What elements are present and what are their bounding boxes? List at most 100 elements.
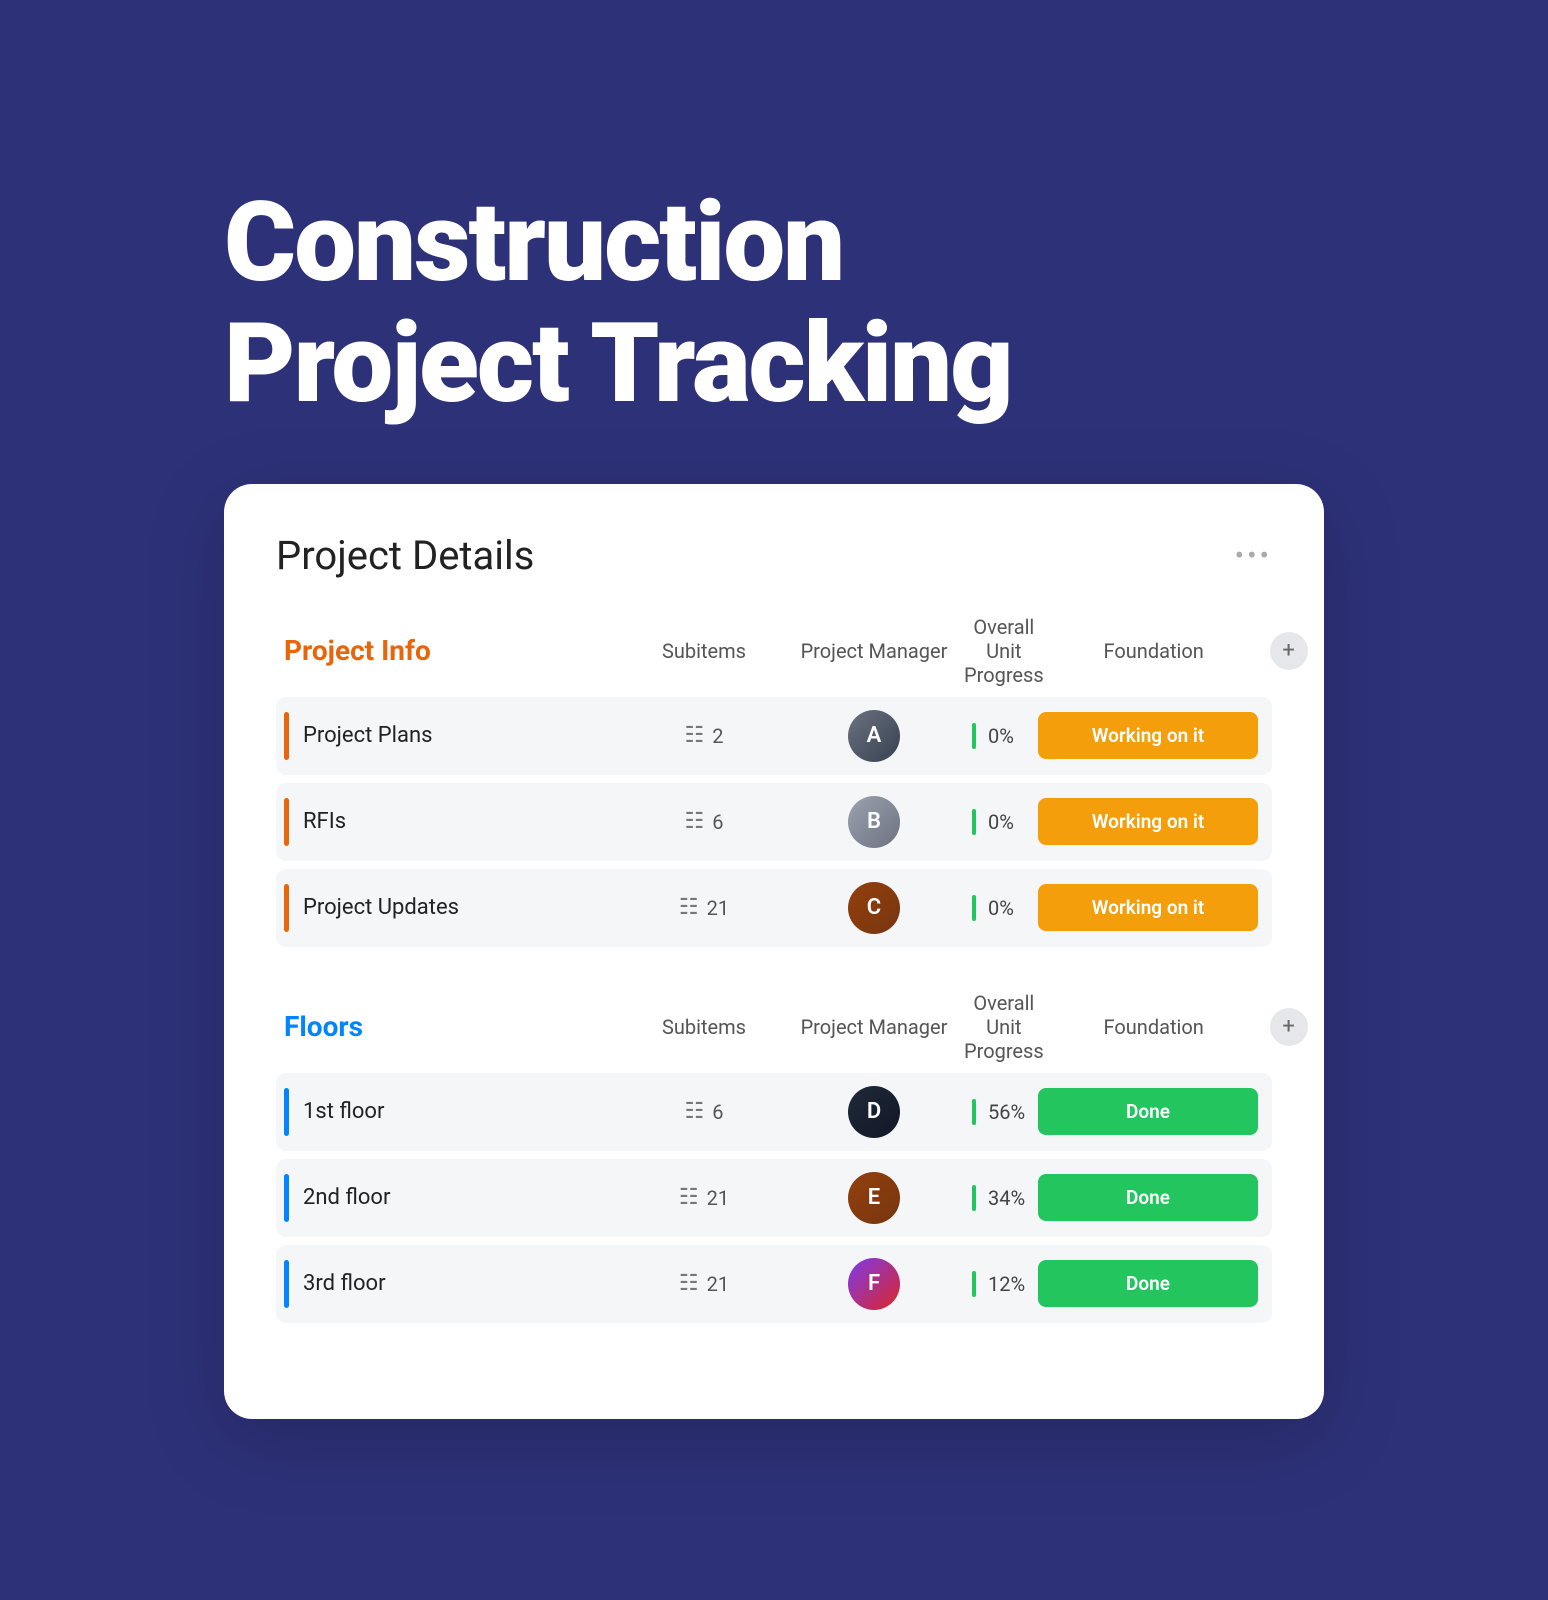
progress-cell: 12% (964, 1271, 1038, 1297)
subitems-count: 21 (707, 896, 729, 920)
progress-bar-bg (972, 1185, 976, 1211)
card-header: Project Details ••• (276, 532, 1272, 579)
avatar: A (848, 710, 900, 762)
subitems-count: 21 (707, 1272, 729, 1296)
add-column-button-floors[interactable]: + (1270, 1008, 1308, 1046)
table-row: Project Updates ☷ 21 C 0% Working on it (276, 869, 1272, 947)
row-name-label: 1st floor (303, 1099, 384, 1124)
table-row: 2nd floor ☷ 21 E 34% Done (276, 1159, 1272, 1237)
progress-cell: 56% (964, 1099, 1038, 1125)
status-badge[interactable]: Working on it (1038, 798, 1258, 845)
hero-title: Construction Project Tracking (224, 182, 1324, 424)
avatar-cell: C (784, 882, 964, 934)
table-row: 1st floor☷6D56%Done (276, 1073, 1272, 1151)
subitems-icon: ☷ (685, 809, 705, 834)
subitems-cell: ☷ 21 (624, 895, 784, 920)
progress-cell: 0% (964, 809, 1038, 835)
subitems-cell: ☷2 (624, 723, 784, 748)
subitems-count: 2 (712, 724, 723, 748)
progress-cell: 34% (964, 1185, 1038, 1211)
avatar: D (848, 1086, 900, 1138)
row-name-label: Project Updates (303, 895, 459, 920)
subitems-icon: ☷ (679, 1271, 699, 1296)
row-name-label: RFIs (303, 809, 346, 834)
progress-bar-bg (972, 1271, 976, 1297)
progress-percent: 56% (988, 1100, 1030, 1124)
col-header-2: Overall Unit Progress (964, 615, 1044, 687)
avatar-cell: B (784, 796, 964, 848)
subitems-icon: ☷ (685, 1099, 705, 1124)
col-header-3: Foundation (1044, 639, 1264, 663)
row-name-cell: Project Updates (284, 884, 624, 932)
section-title-project-info: Project Info (284, 634, 624, 667)
card-title: Project Details (276, 532, 534, 579)
table-row: 3rd floor ☷ 21 F 12% Done (276, 1245, 1272, 1323)
section-floors: FloorsSubitemsProject ManagerOverall Uni… (276, 991, 1272, 1323)
row-name-cell: Project Plans (284, 712, 624, 760)
project-card: Project Details ••• Project InfoSubitems… (224, 484, 1324, 1419)
progress-cell: 0% (964, 723, 1038, 749)
col-header-1: Project Manager (784, 1015, 964, 1039)
section-project-info: Project InfoSubitemsProject ManagerOvera… (276, 615, 1272, 947)
row-name-label: Project Plans (303, 723, 432, 748)
avatar: B (848, 796, 900, 848)
avatar: E (848, 1172, 900, 1224)
avatar-cell: E (784, 1172, 964, 1224)
col-header-3: Foundation (1044, 1015, 1264, 1039)
avatar-cell: D (784, 1086, 964, 1138)
subitems-count: 6 (712, 1100, 723, 1124)
section-header-project-info: Project InfoSubitemsProject ManagerOvera… (276, 615, 1272, 687)
avatar-cell: F (784, 1258, 964, 1310)
progress-percent: 34% (988, 1186, 1030, 1210)
subitems-count: 6 (712, 810, 723, 834)
subitems-icon: ☷ (679, 895, 699, 920)
row-name-label: 3rd floor (303, 1271, 386, 1296)
progress-bar-bg (972, 1099, 976, 1125)
status-badge[interactable]: Done (1038, 1174, 1258, 1221)
subitems-cell: ☷ 21 (624, 1271, 784, 1296)
col-header-0: Subitems (624, 639, 784, 663)
avatar: C (848, 882, 900, 934)
row-accent-bar (284, 712, 289, 760)
section-header-floors: FloorsSubitemsProject ManagerOverall Uni… (276, 991, 1272, 1063)
subitems-cell: ☷6 (624, 1099, 784, 1124)
add-column-button-project-info[interactable]: + (1270, 632, 1308, 670)
row-accent-bar (284, 1088, 289, 1136)
avatar: F (848, 1258, 900, 1310)
progress-percent: 12% (988, 1272, 1030, 1296)
more-options-icon[interactable]: ••• (1235, 539, 1272, 572)
progress-percent: 0% (988, 896, 1030, 920)
progress-percent: 0% (988, 724, 1030, 748)
subitems-count: 21 (707, 1186, 729, 1210)
status-badge[interactable]: Done (1038, 1260, 1258, 1307)
col-header-0: Subitems (624, 1015, 784, 1039)
row-accent-bar (284, 884, 289, 932)
subitems-icon: ☷ (679, 1185, 699, 1210)
subitems-cell: ☷ 21 (624, 1185, 784, 1210)
row-accent-bar (284, 1260, 289, 1308)
table-row: Project Plans☷2A0%Working on it (276, 697, 1272, 775)
avatar-cell: A (784, 710, 964, 762)
col-header-2: Overall Unit Progress (964, 991, 1044, 1063)
progress-bar-bg (972, 809, 976, 835)
progress-bar-bg (972, 723, 976, 749)
row-accent-bar (284, 1174, 289, 1222)
table-row: RFIs☷6B0%Working on it (276, 783, 1272, 861)
subitems-icon: ☷ (685, 723, 705, 748)
status-badge[interactable]: Working on it (1038, 712, 1258, 759)
progress-percent: 0% (988, 810, 1030, 834)
row-name-cell: 2nd floor (284, 1174, 624, 1222)
subitems-cell: ☷6 (624, 809, 784, 834)
section-title-floors: Floors (284, 1010, 624, 1043)
col-header-1: Project Manager (784, 639, 964, 663)
row-name-label: 2nd floor (303, 1185, 390, 1210)
row-name-cell: 1st floor (284, 1088, 624, 1136)
row-accent-bar (284, 798, 289, 846)
row-name-cell: 3rd floor (284, 1260, 624, 1308)
progress-bar-bg (972, 895, 976, 921)
status-badge[interactable]: Done (1038, 1088, 1258, 1135)
status-badge[interactable]: Working on it (1038, 884, 1258, 931)
outer-wrapper: Construction Project Tracking Project De… (74, 182, 1474, 1419)
progress-cell: 0% (964, 895, 1038, 921)
row-name-cell: RFIs (284, 798, 624, 846)
